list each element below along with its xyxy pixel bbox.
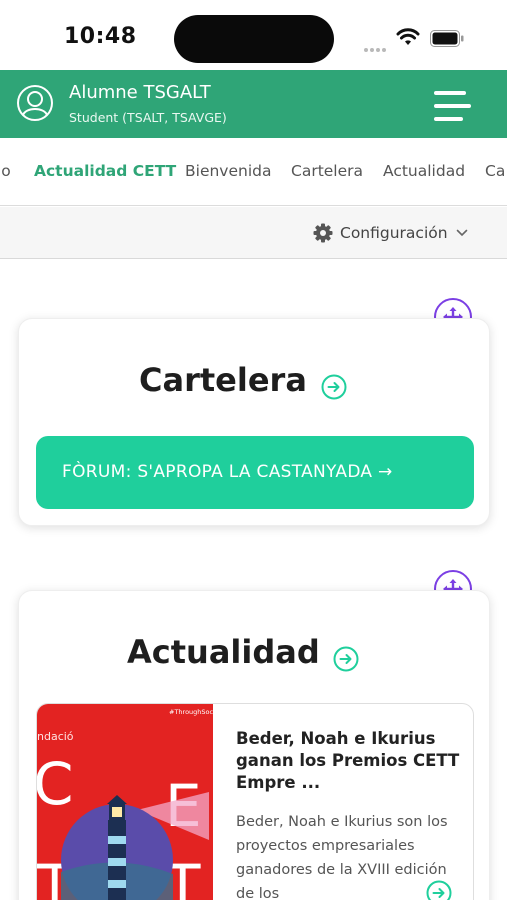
configuration-label: Configuración — [340, 224, 448, 242]
status-time: 10:48 — [64, 24, 137, 49]
news-item[interactable]: #ThroughSoc ndació C E T T Beder, Noah e… — [36, 703, 474, 900]
lighthouse-illustration — [61, 792, 209, 900]
arrow-right-circle-icon[interactable] — [333, 646, 359, 672]
news-image-brand: ndació — [37, 730, 74, 743]
hamburger-menu-icon[interactable] — [434, 89, 471, 122]
news-title[interactable]: Beder, Noah e Ikurius ganan los Premios … — [236, 728, 464, 794]
user-name: Alumne TSGALT — [69, 82, 211, 103]
user-circle-icon[interactable] — [16, 84, 54, 122]
tab-actualidad-cett[interactable]: Actualidad CETT — [34, 162, 176, 180]
signal-icon — [364, 37, 390, 52]
tab-bienvenida[interactable]: Bienvenida — [185, 162, 271, 180]
config-bar: Configuración — [0, 207, 507, 259]
news-image-hashtag: #ThroughSoc — [169, 708, 213, 716]
actualidad-card: Actualidad #ThroughSoc ndació C E T T — [18, 590, 490, 900]
user-role: Student (TSALT, TSAVGE) — [69, 110, 227, 125]
configuration-button[interactable]: Configuración — [313, 220, 468, 246]
tab-cartelera[interactable]: Cartelera — [291, 162, 363, 180]
wifi-icon — [396, 28, 420, 45]
dynamic-island — [174, 15, 334, 63]
actualidad-title: Actualidad — [127, 633, 320, 671]
tab-partial[interactable]: Ca — [485, 162, 505, 180]
news-image: #ThroughSoc ndació C E T T — [37, 704, 213, 900]
arrow-right-circle-icon[interactable] — [321, 374, 347, 400]
tab-actualidad[interactable]: Actualidad — [383, 162, 465, 180]
forum-castanyada-label: FÒRUM: S'APROPA LA CASTANYADA → — [62, 462, 393, 482]
cartelera-card: Cartelera FÒRUM: S'APROPA LA CASTANYADA … — [18, 318, 490, 526]
status-bar: 10:48 — [0, 0, 507, 70]
gear-icon — [313, 223, 333, 243]
forum-castanyada-button[interactable]: FÒRUM: S'APROPA LA CASTANYADA → — [36, 436, 474, 509]
cartelera-title: Cartelera — [139, 361, 307, 399]
app-header: Alumne TSGALT Student (TSALT, TSAVGE) — [0, 70, 507, 138]
tab-inicio[interactable]: io — [0, 162, 11, 180]
battery-icon — [430, 30, 464, 47]
arrow-right-circle-icon[interactable] — [426, 880, 452, 900]
chevron-down-icon — [456, 229, 467, 237]
tabs-bar: io Actualidad CETT Bienvenida Cartelera … — [0, 138, 507, 206]
